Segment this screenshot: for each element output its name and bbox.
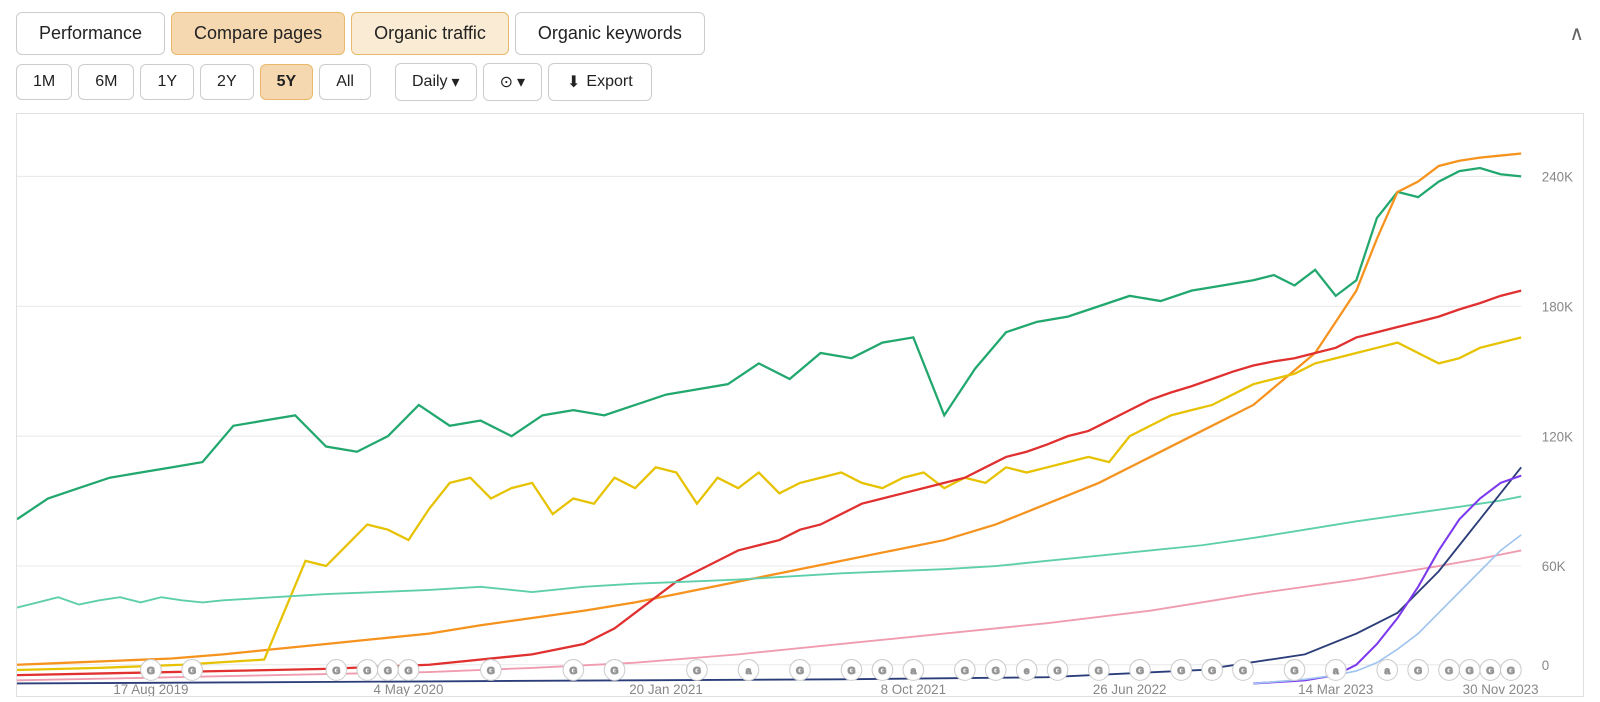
time-all[interactable]: All xyxy=(319,64,371,100)
svg-text:G: G xyxy=(1054,666,1062,677)
daily-dropdown[interactable]: Daily ▾ xyxy=(395,63,477,101)
svg-text:G: G xyxy=(1291,666,1299,677)
time-1y[interactable]: 1Y xyxy=(140,64,194,100)
export-icon: ⬇ xyxy=(567,72,580,92)
svg-text:G: G xyxy=(611,666,619,677)
svg-text:a: a xyxy=(910,666,916,677)
svg-text:G: G xyxy=(384,666,392,677)
svg-text:G: G xyxy=(1136,666,1144,677)
tabs-row: Performance Compare pages Organic traffi… xyxy=(16,12,1584,55)
svg-text:G: G xyxy=(1445,666,1453,677)
svg-text:G: G xyxy=(693,666,701,677)
export-button[interactable]: ⬇ Export xyxy=(548,63,652,101)
time-5y[interactable]: 5Y xyxy=(260,64,314,100)
svg-text:G: G xyxy=(796,666,804,677)
svg-text:G: G xyxy=(1486,666,1494,677)
svg-text:G: G xyxy=(961,666,969,677)
main-container: Performance Compare pages Organic traffi… xyxy=(0,0,1600,702)
svg-text:G: G xyxy=(1177,666,1185,677)
svg-text:G: G xyxy=(992,666,1000,677)
svg-text:a: a xyxy=(1384,666,1390,677)
svg-text:120K: 120K xyxy=(1542,429,1573,444)
svg-text:G: G xyxy=(487,666,495,677)
chart-svg: G G G G G G G G G G xyxy=(17,114,1583,696)
chevron-up-icon[interactable]: ∧ xyxy=(1569,21,1584,46)
tab-compare-pages[interactable]: Compare pages xyxy=(171,12,345,55)
tab-organic-keywords[interactable]: Organic keywords xyxy=(515,12,705,55)
tab-organic-traffic[interactable]: Organic traffic xyxy=(351,12,509,55)
comment-dropdown-arrow-icon: ▾ xyxy=(517,72,525,92)
svg-text:G: G xyxy=(1095,666,1103,677)
svg-text:240K: 240K xyxy=(1542,169,1573,184)
svg-text:a: a xyxy=(746,666,752,677)
svg-text:G: G xyxy=(569,666,577,677)
svg-text:e: e xyxy=(1024,666,1030,677)
svg-text:G: G xyxy=(363,666,371,677)
svg-text:G: G xyxy=(1239,666,1247,677)
svg-text:8 Oct 2021: 8 Oct 2021 xyxy=(881,682,946,696)
svg-text:30 Nov 2023: 30 Nov 2023 xyxy=(1463,682,1539,696)
svg-text:4 May 2020: 4 May 2020 xyxy=(374,682,444,696)
time-2y[interactable]: 2Y xyxy=(200,64,254,100)
svg-text:G: G xyxy=(848,666,856,677)
time-1m[interactable]: 1M xyxy=(16,64,72,100)
tabs-left: Performance Compare pages Organic traffi… xyxy=(16,12,705,55)
dropdown-arrow-icon: ▾ xyxy=(452,72,460,92)
svg-text:180K: 180K xyxy=(1542,299,1573,314)
svg-text:G: G xyxy=(878,666,886,677)
comment-dropdown[interactable]: ⊙ ▾ xyxy=(483,63,542,101)
svg-text:G: G xyxy=(332,666,340,677)
svg-text:14 Mar 2023: 14 Mar 2023 xyxy=(1298,682,1373,696)
comment-icon: ⊙ xyxy=(500,72,513,92)
tab-performance[interactable]: Performance xyxy=(16,12,165,55)
chart-area: G G G G G G G G G G xyxy=(16,113,1584,697)
svg-text:G: G xyxy=(1414,666,1422,677)
svg-text:26 Jun 2022: 26 Jun 2022 xyxy=(1093,682,1167,696)
svg-text:G: G xyxy=(1507,666,1515,677)
time-6m[interactable]: 6M xyxy=(78,64,134,100)
controls-row: 1M 6M 1Y 2Y 5Y All Daily ▾ ⊙ ▾ ⬇ Export xyxy=(16,63,1584,101)
svg-text:G: G xyxy=(1208,666,1216,677)
svg-text:G: G xyxy=(147,666,155,677)
svg-text:60K: 60K xyxy=(1542,559,1566,574)
svg-text:0: 0 xyxy=(1542,658,1549,673)
svg-text:G: G xyxy=(404,666,412,677)
svg-text:G: G xyxy=(1466,666,1474,677)
svg-text:G: G xyxy=(188,666,196,677)
svg-text:a: a xyxy=(1333,666,1339,677)
svg-text:20 Jan 2021: 20 Jan 2021 xyxy=(629,682,703,696)
svg-text:17 Aug 2019: 17 Aug 2019 xyxy=(113,682,188,696)
